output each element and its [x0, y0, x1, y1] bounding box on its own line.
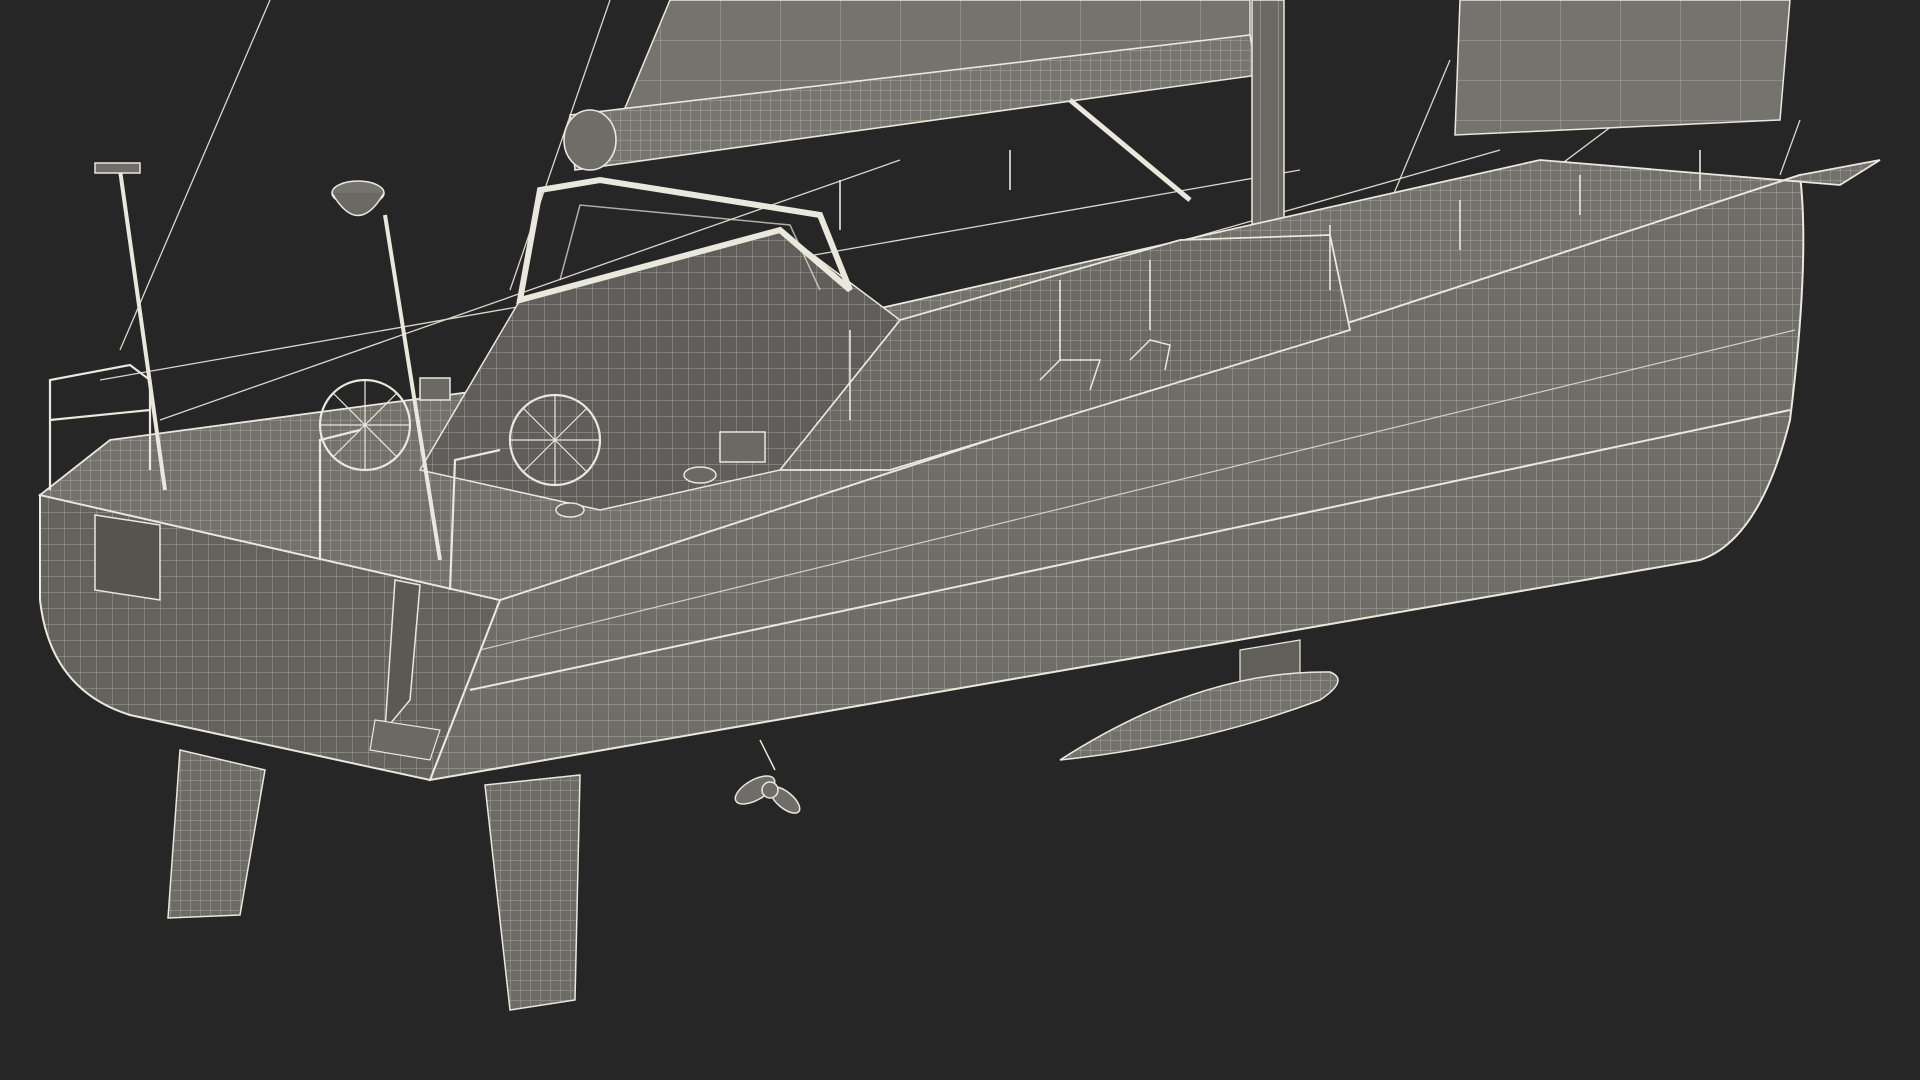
propeller-icon: [734, 739, 801, 814]
radar-dome-icon: [331, 180, 385, 217]
rudder-port: [167, 749, 266, 919]
render-viewport: [0, 0, 1920, 1080]
rudder-starboard: [484, 774, 581, 1011]
sailboat-scene: [37, 0, 1881, 1011]
jib-sail: [1454, 0, 1791, 136]
